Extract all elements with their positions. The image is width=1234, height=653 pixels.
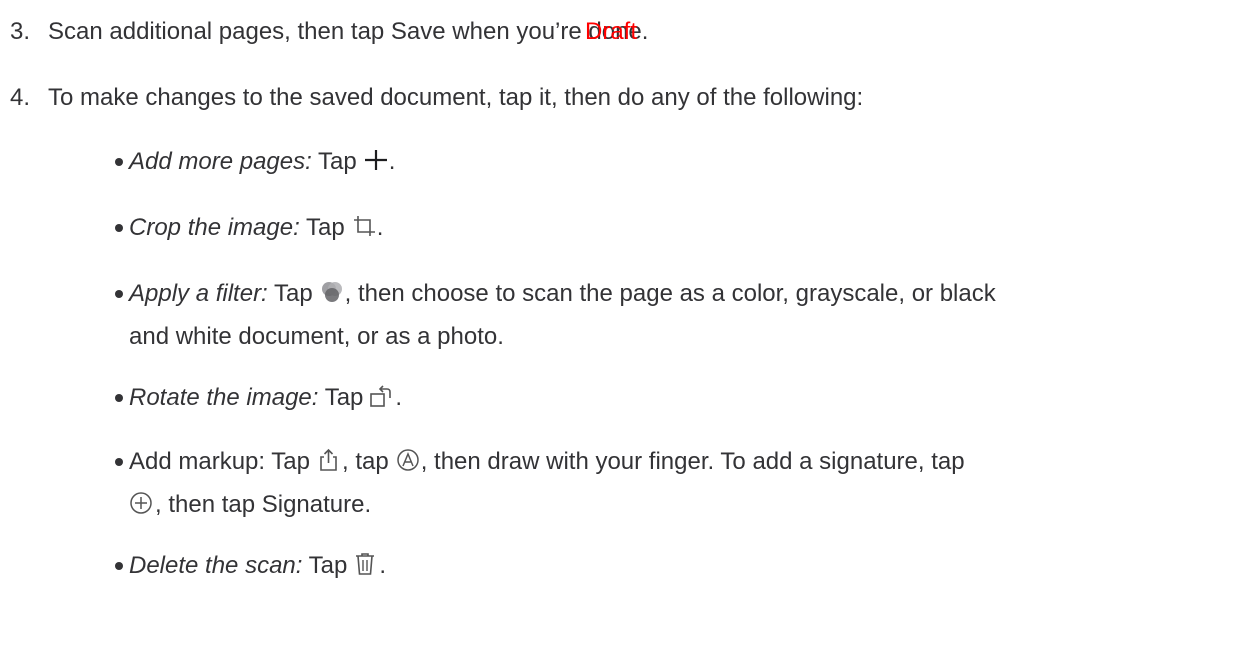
- item-lead: Add markup: Tap: [129, 448, 310, 475]
- rotate-icon: [369, 381, 395, 421]
- step-text: To make changes to the saved document, t…: [48, 84, 864, 111]
- item-suffix: .: [379, 552, 387, 579]
- item-suffix: , then choose to scan the page as a colo…: [344, 280, 996, 307]
- item-suffix: .: [395, 384, 403, 411]
- item-label: Crop the image:: [129, 214, 300, 241]
- step-3: 3. Scan additional pages, then tap Save w…: [10, 16, 648, 48]
- plus-icon: [363, 145, 389, 185]
- bullet-dot: [115, 458, 123, 466]
- markup-icon: [395, 445, 421, 485]
- bullet-dot: [115, 394, 123, 402]
- item-mid: , tap: [342, 448, 389, 475]
- add-circle-icon: [129, 488, 155, 528]
- filters-icon: [319, 277, 345, 317]
- item-line2: , then tap Signature.: [155, 491, 372, 518]
- trash-icon: [353, 549, 379, 589]
- item-prefix: Tap: [267, 280, 313, 307]
- item-suffix: .: [388, 148, 396, 175]
- item-prefix: Tap: [318, 384, 364, 411]
- item-suffix: .: [376, 214, 384, 241]
- crop-icon: [351, 211, 377, 251]
- item-label: Apply a filter:: [129, 280, 268, 307]
- item-label: Add more pages:: [129, 148, 312, 175]
- bullet-dot: [115, 562, 123, 570]
- bullet-dot: [115, 224, 123, 232]
- item-line2: and white document, or as a photo.: [129, 323, 504, 350]
- item-prefix: Tap: [311, 148, 357, 175]
- item-label: Rotate the image:: [129, 384, 319, 411]
- share-icon: [316, 445, 342, 485]
- bullet-dot: [115, 158, 123, 166]
- draft-watermark: Draft: [585, 18, 638, 45]
- step-4: 4. To make changes to the saved document,…: [10, 82, 863, 114]
- document: 3. Scan additional pages, then tap Save w…: [0, 0, 1234, 653]
- item-label: Delete the scan:: [129, 552, 303, 579]
- step-number: 3.: [10, 18, 31, 45]
- item-prefix: Tap: [299, 214, 345, 241]
- item-suffix: , then draw with your finger. To add a s…: [420, 448, 965, 475]
- bullet-dot: [115, 290, 123, 298]
- step-number: 4.: [10, 84, 31, 111]
- item-prefix: Tap: [302, 552, 348, 579]
- step-text: Scan additional pages, then tap Save whe…: [48, 18, 649, 45]
